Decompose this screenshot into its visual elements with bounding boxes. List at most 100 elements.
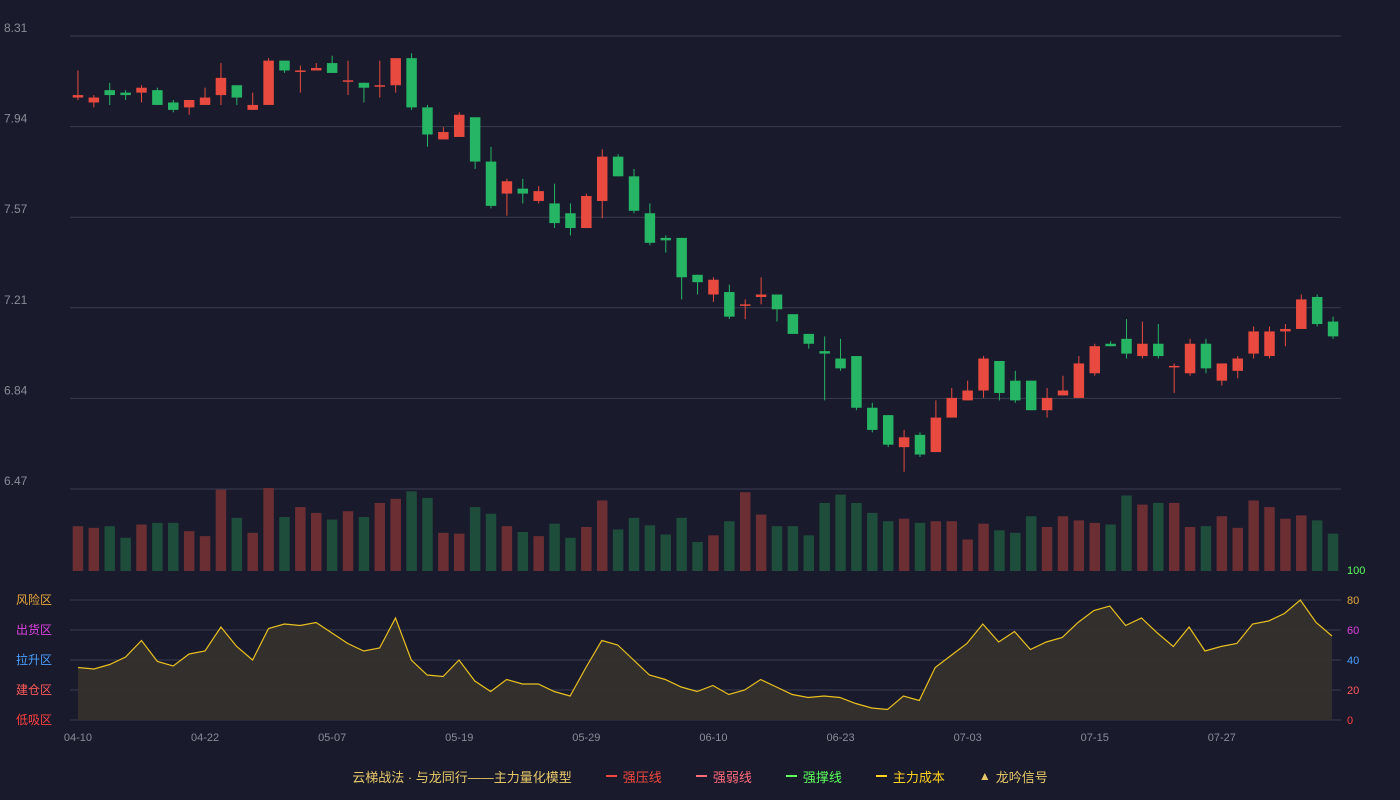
candle-body xyxy=(501,181,513,194)
volume-bar xyxy=(930,521,942,571)
candle xyxy=(1153,324,1164,359)
legend-strong-resistance[interactable]: 强压线 xyxy=(605,767,662,786)
candle-body xyxy=(994,360,1005,393)
zone-label: 风险区 xyxy=(16,592,52,607)
volume-bar xyxy=(898,518,910,571)
candle xyxy=(946,388,957,418)
candle xyxy=(120,90,131,101)
legend-strong-support[interactable]: 强撑线 xyxy=(785,767,842,786)
volume-bar xyxy=(1153,502,1164,571)
volume-bar xyxy=(279,517,290,571)
volume-bar xyxy=(962,539,973,571)
candle xyxy=(882,415,894,448)
candle-body xyxy=(739,304,751,306)
candle xyxy=(1121,319,1132,359)
candle xyxy=(978,356,989,398)
candle xyxy=(1057,375,1069,396)
candle xyxy=(1073,356,1085,398)
candle xyxy=(1200,338,1212,374)
volume-bar xyxy=(422,497,433,571)
candle-body xyxy=(342,80,354,82)
candle xyxy=(1041,388,1053,418)
candle-body xyxy=(454,114,465,137)
candle-body xyxy=(1025,380,1037,411)
candle-body xyxy=(771,294,783,310)
candle-body xyxy=(279,60,290,71)
volume-bar xyxy=(1248,500,1259,571)
candle xyxy=(1216,363,1228,386)
volume-bar xyxy=(787,526,799,571)
volume-bar xyxy=(1073,520,1085,571)
candle-body xyxy=(1057,390,1069,396)
volume-bar xyxy=(88,527,100,571)
candle xyxy=(819,336,830,401)
volume-bar xyxy=(1280,518,1291,571)
candle xyxy=(279,60,290,73)
candle-body xyxy=(183,100,195,108)
volume-bar xyxy=(1057,516,1069,571)
volume-bar xyxy=(390,498,401,571)
volume-bar xyxy=(152,522,163,571)
candle xyxy=(295,65,306,93)
volume-bars xyxy=(72,488,1339,571)
volume-bar xyxy=(565,537,576,571)
candle xyxy=(1232,356,1243,379)
volume-bar xyxy=(946,521,957,571)
candle-body xyxy=(692,274,703,283)
volume-bar xyxy=(469,507,481,571)
indicator-tick-label: 40 xyxy=(1347,655,1359,667)
triangle-icon: ▲ xyxy=(978,769,991,783)
volume-bar xyxy=(1327,533,1339,571)
volume-bar xyxy=(596,500,608,571)
date-tick-label: 07-27 xyxy=(1208,732,1236,744)
candle xyxy=(533,186,544,204)
legend-strength-line[interactable]: 强弱线 xyxy=(695,767,752,786)
candle-body xyxy=(390,58,401,86)
candle xyxy=(1105,341,1116,347)
candle-body xyxy=(1184,343,1196,374)
chart-legend: 云梯战法 · 与龙同行——主力量化模型 强压线 强弱线 强撑线 主力成本 ▲ 龙… xyxy=(0,764,1400,788)
date-tick-label: 06-10 xyxy=(699,732,727,744)
candle xyxy=(930,400,942,453)
candle-body xyxy=(422,107,433,135)
volume-bar xyxy=(549,523,560,571)
candle-body xyxy=(962,390,973,401)
candle-body xyxy=(628,176,640,211)
candle-body xyxy=(374,85,386,87)
volume-bar xyxy=(755,514,767,571)
zone-label: 建仓区 xyxy=(16,683,52,697)
candle xyxy=(962,380,973,401)
legend-main-cost[interactable]: 主力成本 xyxy=(875,767,945,786)
date-axis: 04-10 04-22 05-07 05-19 05-29 06-10 06-23 07-03… xyxy=(64,732,1236,744)
candle-body xyxy=(1010,380,1021,401)
candle xyxy=(485,146,497,209)
volume-bar xyxy=(183,531,195,571)
candle-body xyxy=(1200,343,1212,369)
candle xyxy=(152,87,163,105)
candle-body xyxy=(1105,343,1116,347)
candle-body xyxy=(199,97,211,105)
candle-body xyxy=(819,351,830,354)
candle xyxy=(898,429,910,472)
volume-bar xyxy=(1296,515,1307,571)
zone-label: 拉升区 xyxy=(16,652,52,667)
volume-bar xyxy=(1105,524,1116,571)
legend-dragon-signal[interactable]: ▲ 龙吟信号 xyxy=(979,767,1048,786)
candle xyxy=(215,63,227,105)
candle-body xyxy=(565,213,576,229)
volume-bar xyxy=(581,527,592,571)
volume-bar xyxy=(660,534,672,571)
candle xyxy=(469,117,481,169)
volume-bar xyxy=(342,511,354,571)
candle xyxy=(612,154,624,177)
candle-body xyxy=(406,58,417,108)
volume-bar xyxy=(882,521,894,571)
candle xyxy=(136,85,147,103)
candle-body xyxy=(485,161,497,206)
legend-label: 强撑线 xyxy=(802,769,842,785)
candle-body xyxy=(612,156,624,177)
candle-body xyxy=(295,70,306,72)
volume-bar xyxy=(199,536,211,571)
candle-body xyxy=(1216,363,1228,381)
candle xyxy=(1248,326,1259,359)
